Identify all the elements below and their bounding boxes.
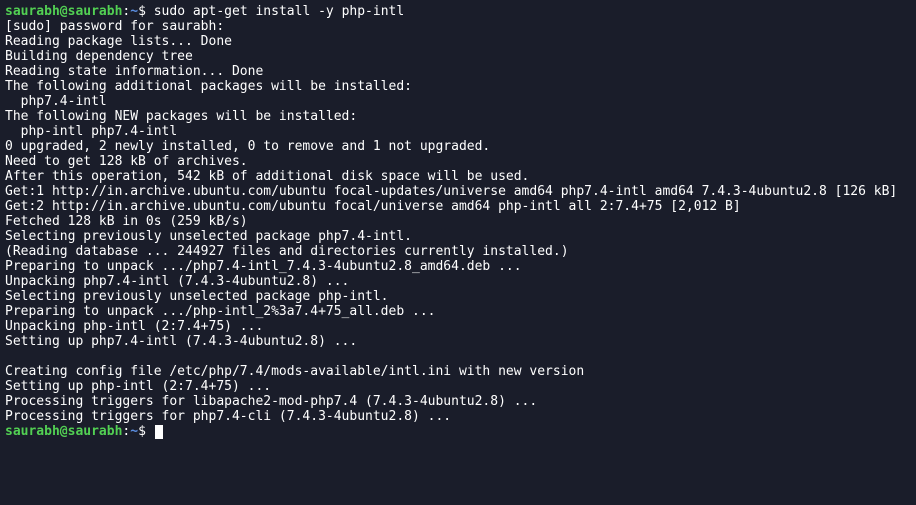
output-line: Unpacking php7.4-intl (7.4.3-4ubuntu2.8)… bbox=[5, 274, 911, 289]
output-line: Setting up php-intl (2:7.4+75) ... bbox=[5, 379, 911, 394]
prompt-at: @ bbox=[60, 4, 68, 19]
cursor-icon bbox=[155, 425, 163, 439]
output-line: Processing triggers for php7.4-cli (7.4.… bbox=[5, 409, 911, 424]
output-line: Reading package lists... Done bbox=[5, 34, 911, 49]
output-line: Get:2 http://in.archive.ubuntu.com/ubunt… bbox=[5, 199, 911, 214]
output-line: Processing triggers for libapache2-mod-p… bbox=[5, 394, 911, 409]
output-line: Preparing to unpack .../php7.4-intl_7.4.… bbox=[5, 259, 911, 274]
output-line: Fetched 128 kB in 0s (259 kB/s) bbox=[5, 214, 911, 229]
output-line: Get:1 http://in.archive.ubuntu.com/ubunt… bbox=[5, 184, 911, 199]
output-line: Preparing to unpack .../php-intl_2%3a7.4… bbox=[5, 304, 911, 319]
output-line: Reading state information... Done bbox=[5, 64, 911, 79]
output-line bbox=[5, 349, 911, 364]
output-line: Selecting previously unselected package … bbox=[5, 229, 911, 244]
output-line: php-intl php7.4-intl bbox=[5, 124, 911, 139]
output-line: Building dependency tree bbox=[5, 49, 911, 64]
prompt-line-1: saurabh@saurabh:~$ sudo apt-get install … bbox=[5, 4, 911, 19]
terminal[interactable]: saurabh@saurabh:~$ sudo apt-get install … bbox=[5, 4, 911, 439]
prompt-dollar: $ bbox=[138, 4, 154, 19]
prompt-path: ~ bbox=[130, 4, 138, 19]
prompt-user: saurabh bbox=[5, 4, 60, 19]
output-line: After this operation, 542 kB of addition… bbox=[5, 169, 911, 184]
output-block: [sudo] password for saurabh:Reading pack… bbox=[5, 19, 911, 424]
output-line: (Reading database ... 244927 files and d… bbox=[5, 244, 911, 259]
output-line: The following NEW packages will be insta… bbox=[5, 109, 911, 124]
output-line: [sudo] password for saurabh: bbox=[5, 19, 911, 34]
prompt-at: @ bbox=[60, 424, 68, 439]
output-line: Setting up php7.4-intl (7.4.3-4ubuntu2.8… bbox=[5, 334, 911, 349]
output-line: Need to get 128 kB of archives. bbox=[5, 154, 911, 169]
output-line: Creating config file /etc/php/7.4/mods-a… bbox=[5, 364, 911, 379]
output-line: Unpacking php-intl (2:7.4+75) ... bbox=[5, 319, 911, 334]
prompt-line-2[interactable]: saurabh@saurabh:~$ bbox=[5, 424, 911, 439]
output-line: 0 upgraded, 2 newly installed, 0 to remo… bbox=[5, 139, 911, 154]
prompt-dollar: $ bbox=[138, 424, 154, 439]
prompt-host: saurabh bbox=[68, 4, 123, 19]
prompt-host: saurabh bbox=[68, 424, 123, 439]
prompt-user: saurabh bbox=[5, 424, 60, 439]
output-line: The following additional packages will b… bbox=[5, 79, 911, 94]
output-line: Selecting previously unselected package … bbox=[5, 289, 911, 304]
command-text: sudo apt-get install -y php-intl bbox=[154, 4, 404, 19]
prompt-path: ~ bbox=[130, 424, 138, 439]
output-line: php7.4-intl bbox=[5, 94, 911, 109]
